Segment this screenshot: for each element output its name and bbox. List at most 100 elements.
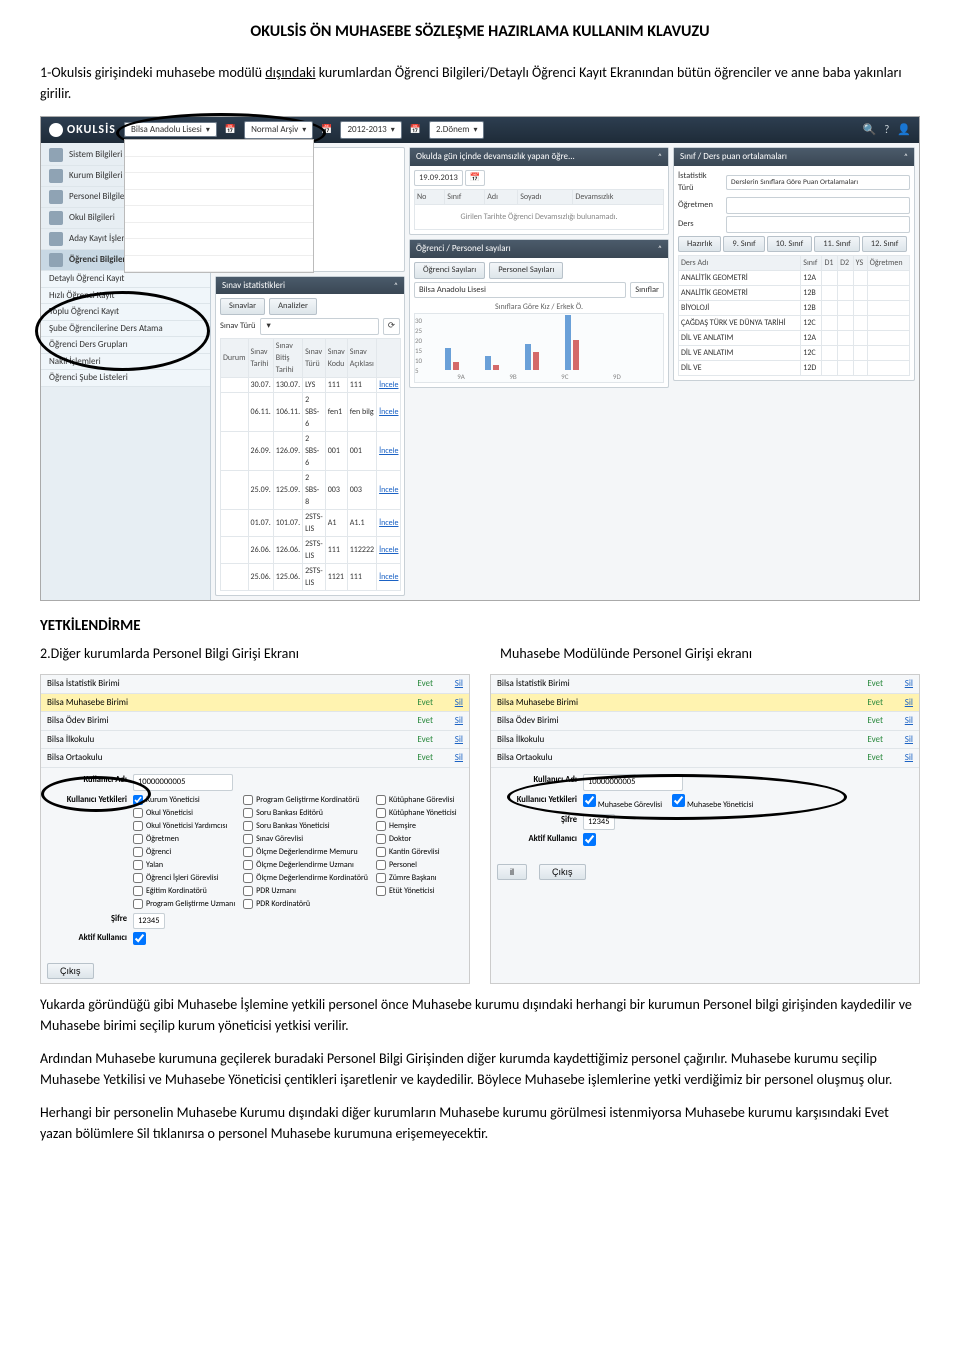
tab-sinavlar[interactable]: Sınavlar	[220, 298, 265, 315]
kullanici-adi-input[interactable]: 10000000005	[583, 774, 683, 791]
role-checkbox[interactable]: Ölçme Değerlendirme Memuru	[243, 846, 368, 858]
role-checkbox[interactable]: PDR Kordinatörü	[243, 898, 368, 910]
school-option[interactable]: Bilsa Ödev Birimi	[125, 239, 313, 256]
role-checkbox[interactable]: Etüt Yöneticisi	[376, 885, 463, 897]
chart-group-select[interactable]: Sınıflar	[630, 282, 664, 299]
date-picker-icon[interactable]: 📅	[465, 170, 486, 187]
role-checkbox[interactable]: Zümre Başkanı	[376, 872, 463, 884]
puan-tab[interactable]: Hazırlık	[678, 236, 721, 253]
collapse-icon[interactable]: ˄	[658, 243, 662, 255]
sifre-input[interactable]: 12345	[133, 913, 165, 930]
role-checkbox[interactable]: Okul Yöneticisi	[133, 807, 235, 819]
role-checkbox[interactable]: Ölçme Değerlendirme Uzmanı	[243, 859, 368, 871]
sil-link[interactable]: Sil	[889, 712, 919, 731]
role-checkbox[interactable]: Doktor	[376, 833, 463, 845]
puan-tab[interactable]: 12. Sınıf	[862, 236, 908, 253]
sidebar-subitem[interactable]: Detaylı Öğrenci Kayıt	[41, 271, 210, 288]
collapse-icon[interactable]: ˄	[658, 151, 662, 163]
year-select[interactable]: 2012-2013	[340, 121, 401, 139]
sidebar-subitem[interactable]: Öğrenci Şube Listeleri	[41, 370, 210, 387]
cikis-button[interactable]: Çıkış	[539, 864, 586, 880]
collapse-icon[interactable]: ˄	[904, 151, 908, 163]
role-checkbox[interactable]: Kütüphane Görevlisi	[376, 794, 463, 806]
term-select[interactable]: 2.Dönem	[429, 121, 485, 139]
school-option[interactable]: Bilsa Ölçme Değerlendirme Birimi	[125, 256, 313, 273]
incele-link[interactable]: İncele	[379, 485, 398, 495]
role-checkbox[interactable]: Muhasebe Görevlisi	[583, 794, 662, 811]
sidebar-subitem[interactable]: Öğrenci Ders Grupları	[41, 337, 210, 354]
help-icon[interactable]: ?	[884, 122, 889, 139]
incele-link[interactable]: İncele	[379, 518, 398, 528]
sil-link[interactable]: Sil	[889, 693, 919, 712]
sil-link[interactable]: Sil	[439, 693, 469, 712]
cikis-button[interactable]: Çıkış	[47, 963, 94, 979]
role-checkbox[interactable]: Hemşire	[376, 820, 463, 832]
search-icon[interactable]: 🔍	[862, 122, 876, 139]
istatistik-select[interactable]: Derslerin Sınıflara Göre Puan Ortalamala…	[726, 175, 910, 190]
incele-link[interactable]: İncele	[379, 380, 398, 390]
school-option[interactable]: Bilsa Anaokulu	[125, 157, 313, 174]
sinav-turu-select[interactable]: ▾	[260, 318, 379, 335]
incele-link[interactable]: İncele	[379, 545, 398, 555]
sidebar-subitem[interactable]: Şube Öğrencilerine Ders Atama	[41, 321, 210, 338]
role-checkbox[interactable]: PDR Uzmanı	[243, 885, 368, 897]
role-checkbox[interactable]: Kurum Yöneticisi	[133, 794, 235, 806]
collapse-icon[interactable]: ˄	[394, 280, 398, 292]
sifre-input[interactable]: 12345	[583, 814, 615, 831]
aktif-checkbox[interactable]	[133, 932, 146, 945]
school-option[interactable]: Bilsa İlkokulu	[125, 173, 313, 190]
sinav-refresh-icon[interactable]: ⟳	[383, 318, 400, 335]
sil-link[interactable]: Sil	[439, 749, 469, 768]
role-checkbox[interactable]: Program Geliştirme Uzmanı	[133, 898, 235, 910]
tab-personel-sayilari[interactable]: Personel Sayıları	[489, 262, 563, 279]
school-option[interactable]: Bilsa Ortaokulu	[125, 223, 313, 240]
incele-link[interactable]: İncele	[379, 407, 398, 417]
role-checkbox[interactable]: Muhasebe Yöneticisi	[672, 794, 753, 811]
ders-select[interactable]	[726, 216, 910, 233]
tab-analizler[interactable]: Analizler	[269, 298, 317, 315]
aktif-checkbox[interactable]	[583, 833, 596, 846]
role-checkbox[interactable]: Ölçme Değerlendirme Kordinatörü	[243, 872, 368, 884]
puan-tab[interactable]: 11. Sınıf	[814, 236, 860, 253]
role-checkbox[interactable]: Sınav Görevlisi	[243, 833, 368, 845]
incele-link[interactable]: İncele	[379, 572, 398, 582]
puan-tab[interactable]: 9. Sınıf	[723, 236, 764, 253]
role-checkbox[interactable]: Öğrenci	[133, 846, 235, 858]
school-option[interactable]: Bilsa Muhasebe Birimi	[125, 206, 313, 223]
chart-school-select[interactable]: Bilsa Anadolu Lisesi	[414, 282, 626, 299]
role-checkbox[interactable]: Personel	[376, 859, 463, 871]
school-option[interactable]: Bilsa Anadolu Lisesi	[125, 140, 313, 157]
school-select[interactable]: Bilsa Anadolu Lisesi	[124, 122, 217, 137]
sil-link[interactable]: Sil	[889, 675, 919, 693]
sil-link[interactable]: Sil	[889, 730, 919, 749]
role-checkbox[interactable]: Program Geliştirme Kordinatörü	[243, 794, 368, 806]
puan-tab[interactable]: 10. Sınıf	[767, 236, 813, 253]
role-checkbox[interactable]: Kütüphane Yöneticisi	[376, 807, 463, 819]
tab-ogrenci-sayilari[interactable]: Öğrenci Sayıları	[414, 262, 485, 279]
archive-select[interactable]: Normal Arşiv	[244, 121, 313, 139]
role-checkbox[interactable]: Soru Bankası Editörü	[243, 807, 368, 819]
school-dropdown-list[interactable]: Bilsa Anadolu LisesiBilsa AnaokuluBilsa …	[124, 139, 314, 273]
user-icon[interactable]: 👤	[897, 122, 911, 139]
role-checkbox[interactable]: Eğitim Kordinatörü	[133, 885, 235, 897]
role-checkbox[interactable]: Öğrenci İşleri Görevlisi	[133, 872, 235, 884]
date-input[interactable]: 19.09.2013	[414, 170, 463, 187]
incele-link[interactable]: İncele	[379, 446, 398, 456]
sil-link[interactable]: Sil	[439, 730, 469, 749]
role-checkbox[interactable]: Öğretmen	[133, 833, 235, 845]
sidebar-subitem[interactable]: Toplu Öğrenci Kayıt	[41, 304, 210, 321]
sidebar-subitem[interactable]: Hızlı Öğrenci Kayıt	[41, 288, 210, 305]
school-option[interactable]: Bilsa İstatistik Birimi	[125, 190, 313, 207]
il-button[interactable]: il	[497, 864, 527, 880]
sil-link[interactable]: Sil	[889, 749, 919, 768]
page-title: OKULSİS ÖN MUHASEBE SÖZLEŞME HAZIRLAMA K…	[40, 20, 920, 44]
role-checkbox[interactable]: Kantin Görevlisi	[376, 846, 463, 858]
role-checkbox[interactable]: Soru Bankası Yöneticisi	[243, 820, 368, 832]
sil-link[interactable]: Sil	[439, 712, 469, 731]
role-checkbox[interactable]: Okul Yöneticisi Yardımcısı	[133, 820, 235, 832]
sidebar-subitem[interactable]: Nakil İşlemleri	[41, 354, 210, 371]
role-checkbox[interactable]: Yalan	[133, 859, 235, 871]
sil-link[interactable]: Sil	[439, 675, 469, 693]
ogretmen-select[interactable]	[726, 197, 910, 214]
kullanici-adi-input[interactable]: 10000000005	[133, 774, 233, 791]
